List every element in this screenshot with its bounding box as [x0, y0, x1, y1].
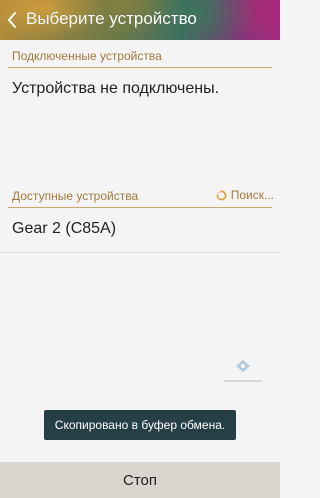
chevron-left-icon [8, 12, 16, 28]
stop-button[interactable]: Стоп [0, 462, 280, 498]
connected-devices-header: Подключенные устройства [12, 49, 162, 63]
connected-devices-divider [8, 67, 272, 68]
device-list-item[interactable]: Gear 2 (C85A) [0, 208, 280, 252]
toast-text: Скопировано в буфер обмена. [54, 418, 226, 432]
search-status-text: Поиск... [230, 188, 274, 202]
no-connected-devices-text: Устройства не подключены. [12, 80, 220, 97]
watermark-logo [224, 360, 262, 382]
action-bar: Выберите устройство [0, 0, 280, 40]
stop-button-label: Стоп [123, 471, 157, 489]
available-devices-header: Доступные устройства [12, 189, 139, 203]
list-divider [0, 252, 280, 253]
search-status: Поиск... [216, 188, 274, 202]
toast-message: Скопировано в буфер обмена. [44, 410, 236, 440]
back-button[interactable] [0, 0, 24, 40]
page-title: Выберите устройство [26, 9, 197, 28]
device-name: Gear 2 (C85A) [12, 220, 117, 237]
loading-spinner-icon [216, 190, 227, 200]
